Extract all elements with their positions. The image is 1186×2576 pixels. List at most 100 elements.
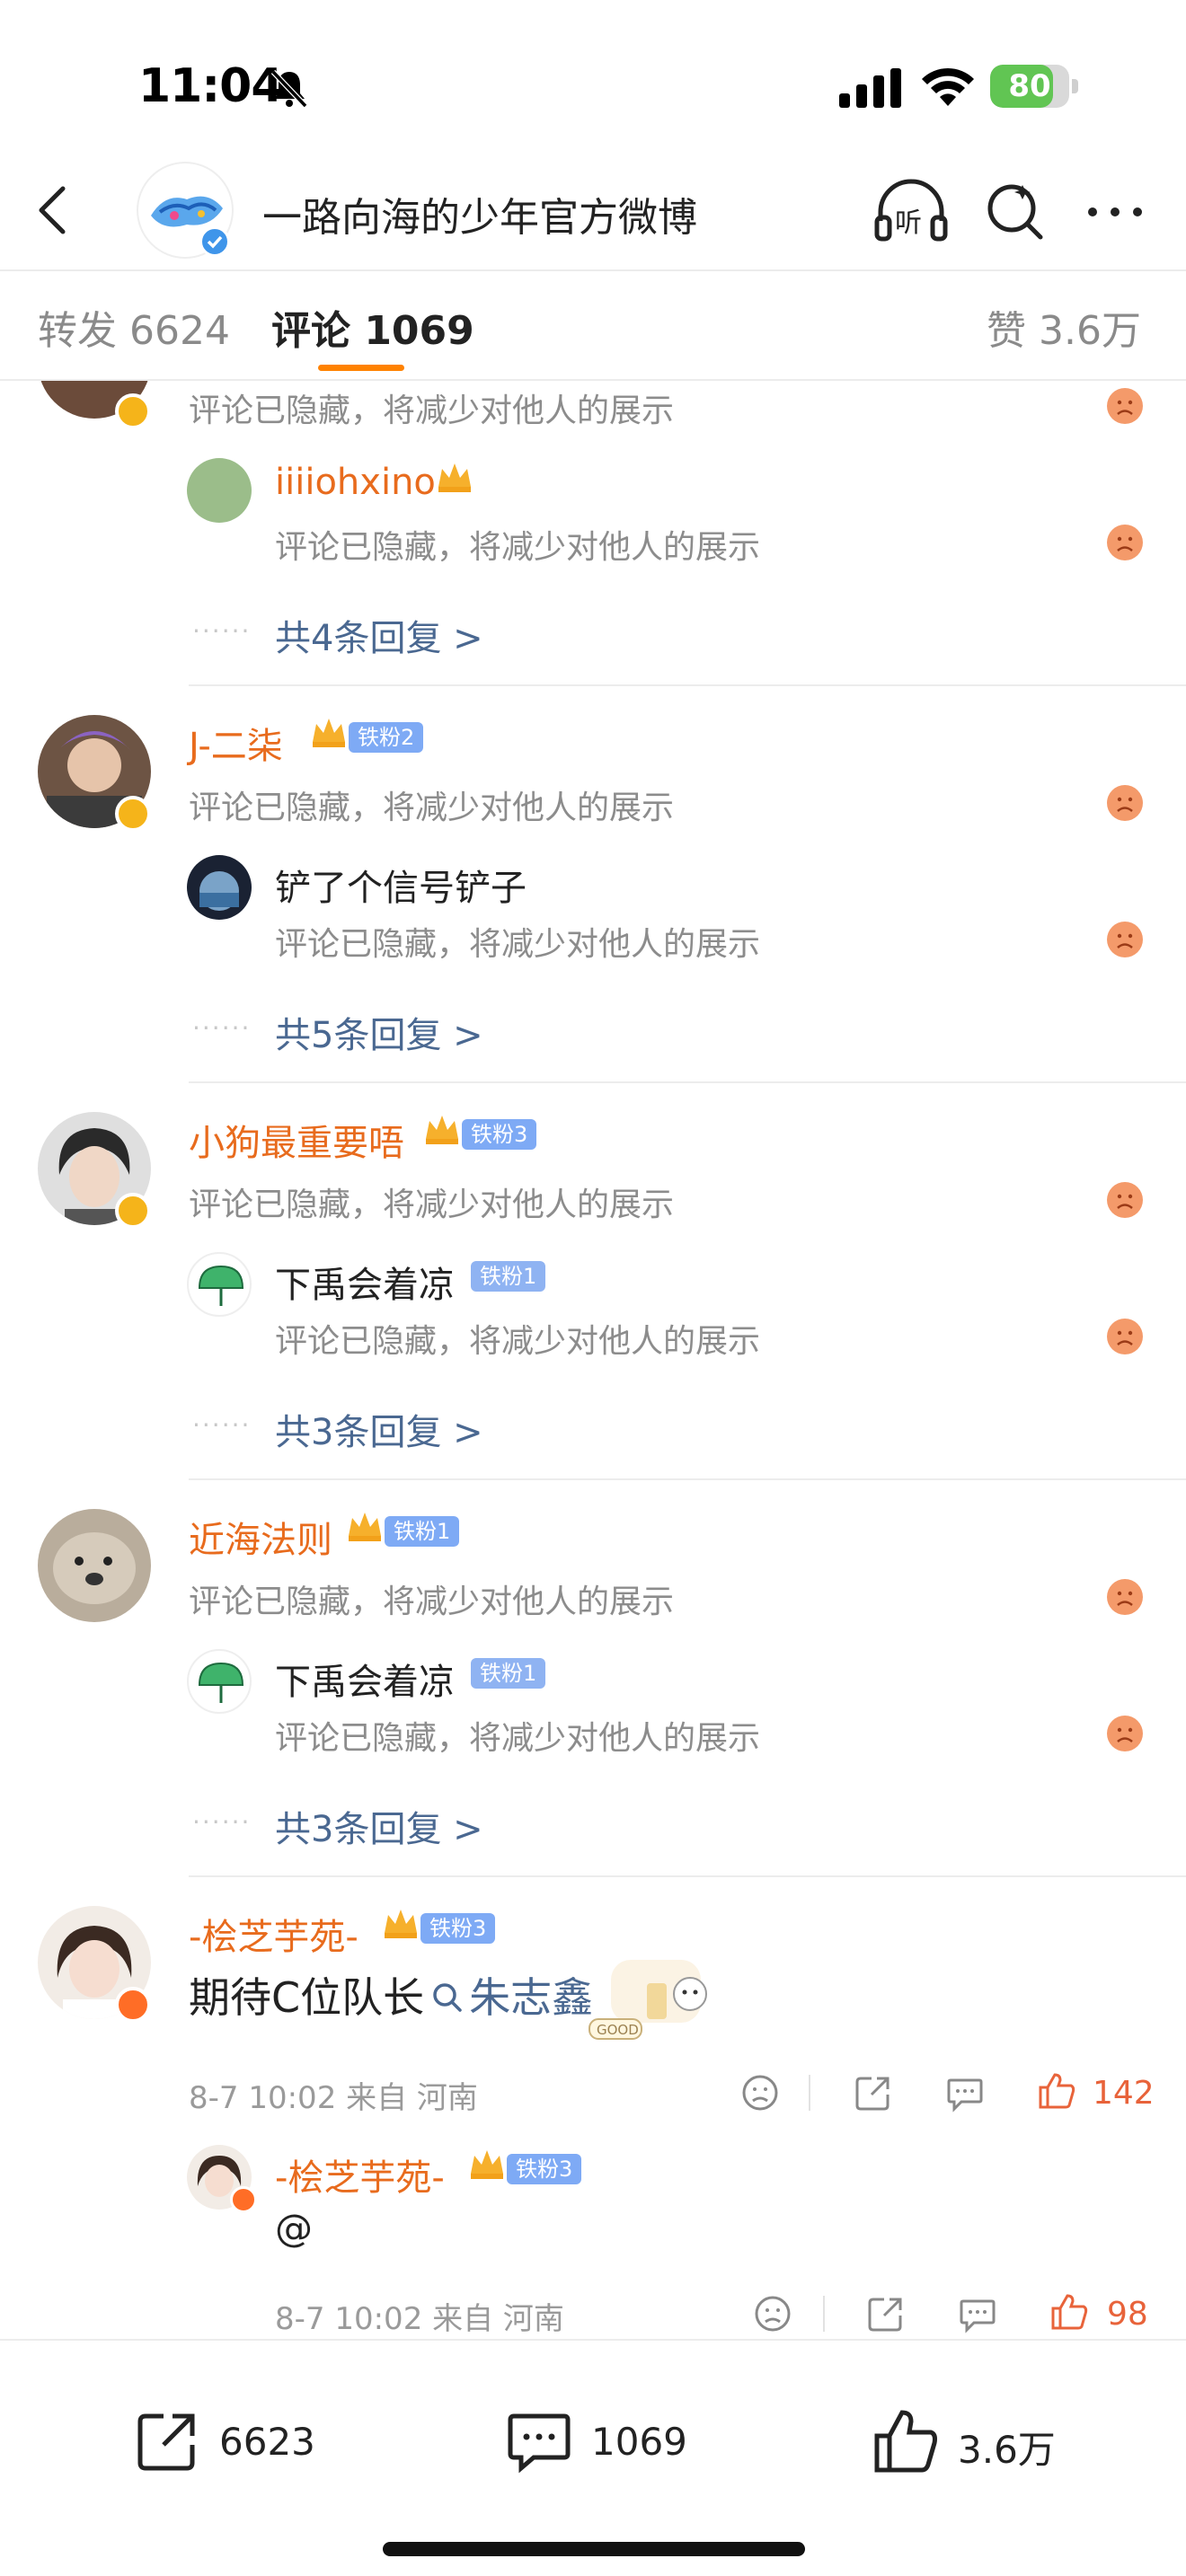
like-icon[interactable] [1049, 2292, 1089, 2332]
good-sticker-icon: GOOD [589, 1960, 707, 2040]
like-count: 142 [1093, 2075, 1155, 2112]
comment-username[interactable]: J-二柒 [189, 717, 283, 769]
share-icon[interactable] [854, 2073, 893, 2113]
comment-meta: 8-7 10:02 来自 河南 [189, 2080, 478, 2116]
repost-icon [137, 2413, 195, 2471]
thread-dots: ······ [192, 1410, 252, 1440]
fan-level-badge: 铁粉3 [462, 1119, 537, 1150]
umbrella-icon [198, 1265, 244, 1306]
reply-username[interactable]: 下禹会着凉 [275, 1256, 455, 1308]
comment-icon [508, 2413, 571, 2474]
like-count-total: 3.6万 [958, 2428, 1056, 2472]
share-icon[interactable] [866, 2294, 906, 2333]
thread-dots: ······ [192, 1013, 252, 1043]
crown-icon [471, 2150, 503, 2179]
comment-divider [189, 1875, 1186, 1877]
dislike-face-icon[interactable] [740, 2073, 780, 2113]
fan-level-badge: 铁粉1 [471, 1658, 546, 1689]
like-icon[interactable] [1037, 2071, 1076, 2111]
hidden-comment-text: 评论已隐藏，将减少对他人的展示 [189, 1187, 675, 1223]
hidden-comment-text: 评论已隐藏，将减少对他人的展示 [189, 393, 675, 429]
nav-bar: 一路向海的少年官方微博 听 [0, 162, 1186, 269]
dislike-face-icon[interactable] [1107, 785, 1143, 821]
fan-level-badge: 铁粉3 [420, 1913, 496, 1944]
sticker-text: GOOD [597, 2022, 639, 2038]
more-replies-link[interactable]: 共5条回复 > [275, 1006, 483, 1058]
repost-count: 6623 [219, 2420, 315, 2464]
bell-muted-icon [270, 69, 308, 109]
reply-meta: 8-7 10:02 来自 河南 [275, 2301, 564, 2337]
dislike-face-icon[interactable] [1107, 525, 1143, 560]
page-title: 一路向海的少年官方微博 [262, 195, 697, 241]
search-icon[interactable] [981, 178, 1048, 244]
avatar[interactable] [187, 1252, 252, 1317]
like-count: 98 [1107, 2296, 1148, 2333]
fan-level-badge: 铁粉1 [471, 1261, 546, 1292]
comment-username[interactable]: 近海法则 [189, 1511, 332, 1563]
tab-comments[interactable]: 评论 1069 [271, 298, 474, 356]
comment-button[interactable]: 1069 [505, 2407, 703, 2479]
avatar[interactable] [187, 1649, 252, 1714]
bottom-toolbar: 6623 1069 3.6万 [0, 2339, 1186, 2576]
dislike-face-icon[interactable] [1107, 1579, 1143, 1615]
tab-likes[interactable]: 赞 3.6万 [987, 298, 1141, 356]
umbrella-icon [198, 1662, 244, 1703]
comment-count: 1069 [591, 2420, 687, 2464]
fan-level-badge: 铁粉2 [349, 722, 424, 753]
battery-percent: 80 [1008, 68, 1051, 104]
hidden-comment-text: 评论已隐藏，将减少对他人的展示 [275, 1323, 761, 1360]
hidden-comment-text: 评论已隐藏，将减少对他人的展示 [275, 926, 761, 963]
crown-icon [385, 1910, 417, 1938]
dislike-face-icon[interactable] [1107, 388, 1143, 424]
comment-list[interactable]: 评论已隐藏，将减少对他人的展示 iiiiohxino 评论已隐藏，将减少对他人的… [0, 381, 1186, 2339]
repost-button[interactable]: 6623 [133, 2407, 331, 2479]
reply-text: @ [275, 2206, 313, 2250]
more-replies-link[interactable]: 共3条回复 > [275, 1800, 483, 1852]
verified-badge [115, 1193, 151, 1229]
comment-divider [189, 1478, 1186, 1480]
reply-icon[interactable] [945, 2073, 985, 2113]
dislike-face-icon[interactable] [1107, 1182, 1143, 1218]
dislike-face-icon[interactable] [1107, 1319, 1143, 1354]
reply-username[interactable]: 铲了个信号铲子 [275, 859, 527, 911]
listen-button[interactable]: 听 [873, 178, 949, 244]
topic-link[interactable]: 朱志鑫 [469, 1973, 593, 2022]
comment-username[interactable]: 小狗最重要唔 [189, 1114, 404, 1166]
fan-level-badge: 铁粉3 [507, 2154, 582, 2184]
reply-icon[interactable] [958, 2294, 997, 2333]
thread-dots: ······ [192, 616, 252, 646]
hidden-comment-text: 评论已隐藏，将减少对他人的展示 [275, 529, 761, 566]
reply-username[interactable]: iiiiohxino [275, 462, 436, 503]
crown-icon [313, 719, 345, 747]
more-replies-link[interactable]: 共4条回复 > [275, 609, 483, 661]
action-separator [809, 2075, 810, 2111]
comment-text: 期待C位队长 朱志鑫 [189, 1965, 593, 2025]
hidden-comment-text: 评论已隐藏，将减少对他人的展示 [275, 1720, 761, 1757]
like-button[interactable]: 3.6万 [872, 2407, 1069, 2479]
more-options-icon[interactable] [1084, 194, 1146, 230]
battery-indicator: 80 [990, 65, 1078, 108]
verified-badge [230, 2186, 257, 2213]
comment-body: 期待C位队长 [189, 1973, 425, 2022]
tab-repost[interactable]: 转发 6624 [38, 298, 230, 356]
crown-icon [349, 1513, 381, 1541]
back-button[interactable] [25, 181, 83, 239]
status-time: 11:04 [138, 59, 284, 113]
comment-username[interactable]: -桧芝芋苑- [189, 1908, 358, 1960]
dislike-face-icon[interactable] [753, 2294, 792, 2333]
comment-divider [189, 684, 1186, 686]
reply-username[interactable]: 下禹会着凉 [275, 1653, 455, 1705]
hidden-comment-text: 评论已隐藏，将减少对他人的展示 [189, 1584, 675, 1620]
reply-username[interactable]: -桧芝芋苑- [275, 2148, 445, 2201]
dislike-face-icon[interactable] [1107, 1716, 1143, 1751]
action-separator [823, 2296, 825, 2332]
avatar[interactable] [187, 458, 252, 523]
wifi-icon [922, 67, 974, 106]
avatar[interactable] [187, 855, 252, 920]
crown-icon [426, 1116, 458, 1144]
dislike-face-icon[interactable] [1107, 922, 1143, 957]
more-replies-link[interactable]: 共3条回复 > [275, 1403, 483, 1455]
verified-badge [115, 393, 151, 429]
tab-bar: 转发 6624 评论 1069 赞 3.6万 [0, 271, 1186, 379]
avatar[interactable] [38, 1509, 151, 1622]
